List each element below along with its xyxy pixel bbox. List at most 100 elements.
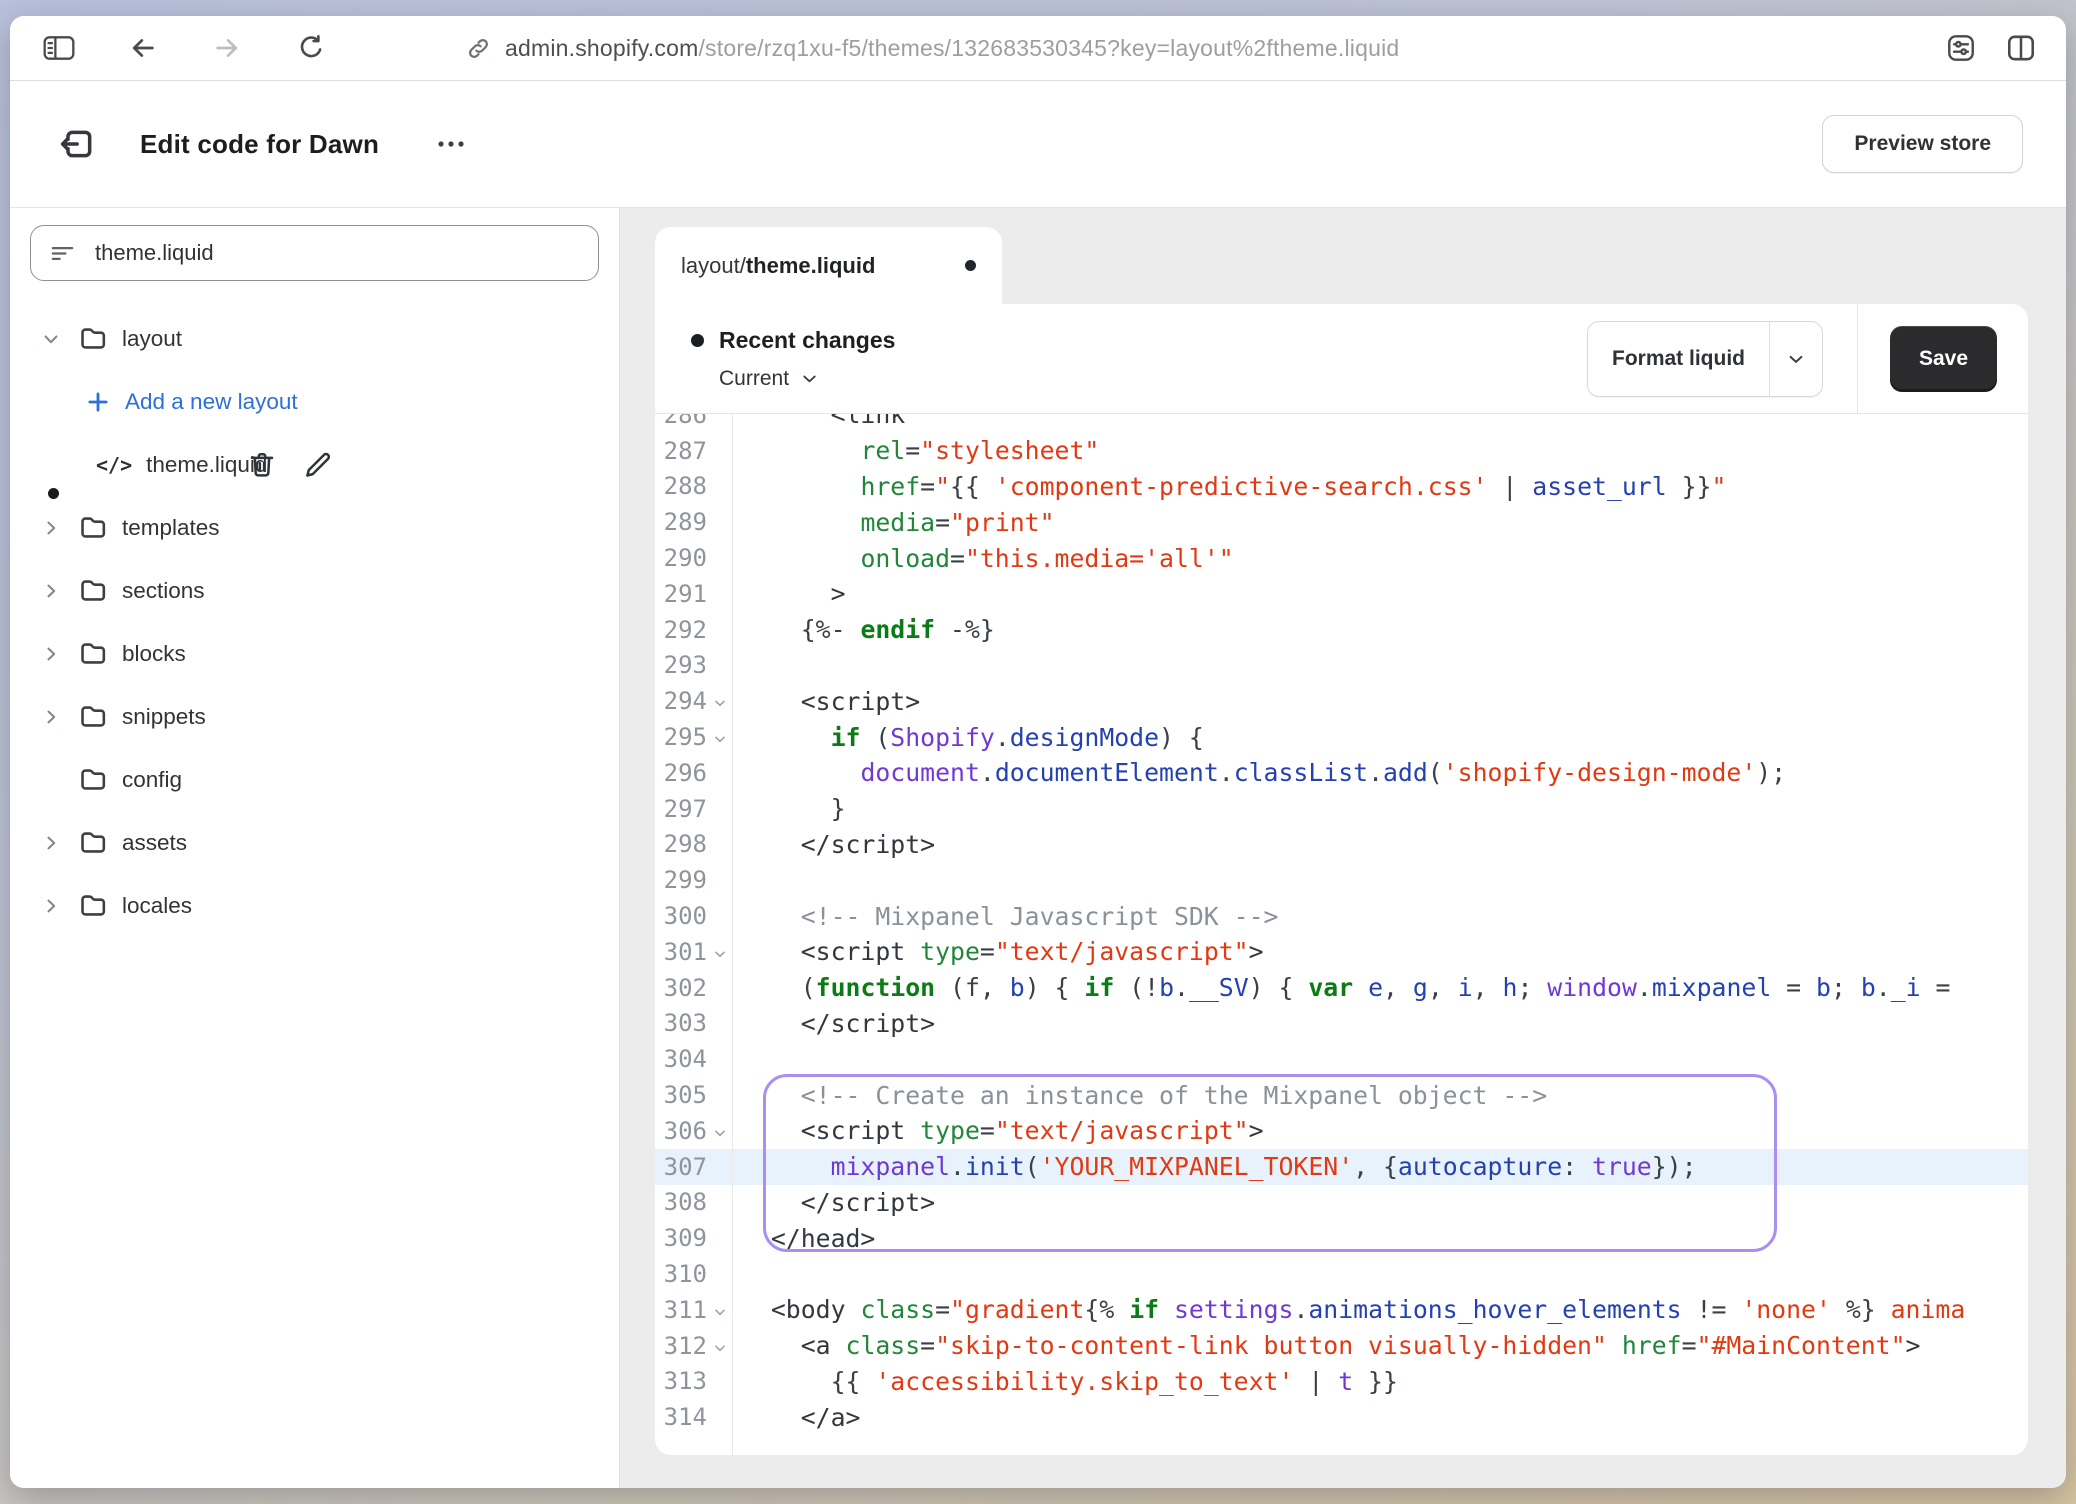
code-line-306[interactable]: 306 <script type="text/javascript">	[655, 1113, 2028, 1149]
file-search-box[interactable]	[30, 225, 599, 281]
recent-changes-label: Recent changes	[719, 327, 895, 354]
code-line-303[interactable]: 303 </script>	[655, 1006, 2028, 1042]
code-line-309[interactable]: 309 </head>	[655, 1220, 2028, 1256]
line-number: 300	[655, 902, 707, 930]
folder-icon	[78, 638, 109, 669]
code-line-299[interactable]: 299	[655, 862, 2028, 898]
forward-button-icon[interactable]	[208, 29, 246, 67]
file-sidebar: layout Add a new layout</>theme.liquidtem…	[10, 208, 620, 1488]
code-text: </script>	[732, 1009, 935, 1038]
back-button-icon[interactable]	[124, 29, 162, 67]
sidebar-folder-sections[interactable]: sections	[10, 559, 619, 622]
code-line-295[interactable]: 295 if (Shopify.designMode) {	[655, 719, 2028, 755]
code-text: rel="stylesheet"	[732, 436, 1099, 465]
sidebar-folder-label: layout	[122, 326, 182, 352]
unsaved-changes-dot	[965, 260, 976, 271]
app-header: Edit code for Dawn Preview store	[10, 81, 2066, 208]
chevron-right-icon	[41, 896, 61, 916]
code-line-287[interactable]: 287 rel="stylesheet"	[655, 433, 2028, 469]
line-number: 298	[655, 830, 707, 858]
sidebar-folder-templates[interactable]: templates	[10, 496, 619, 559]
fold-toggle[interactable]	[707, 1122, 732, 1140]
code-text: mixpanel.init('YOUR_MIXPANEL_TOKEN', {au…	[732, 1152, 1697, 1181]
fold-toggle	[707, 842, 732, 846]
fold-toggle	[707, 1236, 732, 1240]
save-button[interactable]: Save	[1890, 326, 1997, 392]
sidebar-file-theme-liquid[interactable]: </>theme.liquid	[10, 433, 619, 496]
format-liquid-caret[interactable]	[1769, 322, 1822, 396]
code-text: <script>	[732, 687, 920, 716]
code-line-298[interactable]: 298 </script>	[655, 827, 2028, 863]
page-title: Edit code for Dawn	[140, 129, 379, 160]
code-line-304[interactable]: 304	[655, 1041, 2028, 1077]
sidebar-toggle-icon[interactable]	[40, 29, 78, 67]
code-line-294[interactable]: 294 <script>	[655, 683, 2028, 719]
code-line-305[interactable]: 305 <!-- Create an instance of the Mixpa…	[655, 1077, 2028, 1113]
line-number: 301	[655, 938, 707, 966]
sidebar-action-add-layout[interactable]: Add a new layout	[10, 370, 619, 433]
split-view-icon[interactable]	[2002, 29, 2040, 67]
code-line-314[interactable]: 314 </a>	[655, 1399, 2028, 1435]
code-text: onload="this.media='all'"	[732, 544, 1234, 573]
fold-toggle[interactable]	[707, 692, 732, 710]
browser-settings-icon[interactable]	[1942, 29, 1980, 67]
code-line-288[interactable]: 288 href="{{ 'component-predictive-searc…	[655, 469, 2028, 505]
fold-toggle	[707, 556, 732, 560]
code-line-296[interactable]: 296 document.documentElement.classList.a…	[655, 755, 2028, 791]
address-bar[interactable]: admin.shopify.com/store/rzq1xu-f5/themes…	[465, 16, 1399, 80]
code-line-300[interactable]: 300 <!-- Mixpanel Javascript SDK -->	[655, 898, 2028, 934]
line-number: 287	[655, 437, 707, 465]
fold-toggle[interactable]	[707, 943, 732, 961]
fold-toggle	[707, 1379, 732, 1383]
fold-toggle	[707, 449, 732, 453]
code-text: </script>	[732, 830, 935, 859]
trash-icon[interactable]	[247, 450, 277, 480]
tab-theme-liquid[interactable]: layout/theme.liquid	[655, 227, 1002, 304]
version-dropdown[interactable]: Current	[719, 367, 2028, 391]
sidebar-folder-locales[interactable]: locales	[10, 874, 619, 937]
app-body: layout Add a new layout</>theme.liquidtem…	[10, 208, 2066, 1488]
reload-button-icon[interactable]	[292, 29, 330, 67]
code-line-302[interactable]: 302 (function (f, b) { if (!b.__SV) { va…	[655, 970, 2028, 1006]
code-icon: </>	[96, 453, 132, 477]
code-line-290[interactable]: 290 onload="this.media='all'"	[655, 540, 2028, 576]
code-line-310[interactable]: 310	[655, 1256, 2028, 1292]
code-line-293[interactable]: 293	[655, 648, 2028, 684]
exit-editor-icon[interactable]	[56, 122, 100, 166]
fold-toggle[interactable]	[707, 728, 732, 746]
code-line-286[interactable]: 286 <link	[655, 414, 2028, 433]
code-line-292[interactable]: 292 {%- endif -%}	[655, 612, 2028, 648]
chevron-down-icon	[41, 329, 61, 349]
line-number: 302	[655, 974, 707, 1002]
line-number: 299	[655, 866, 707, 894]
code-line-308[interactable]: 308 </script>	[655, 1185, 2028, 1221]
fold-toggle[interactable]	[707, 1337, 732, 1355]
pencil-icon[interactable]	[303, 450, 333, 480]
code-line-313[interactable]: 313 {{ 'accessibility.skip_to_text' | t …	[655, 1364, 2028, 1400]
sidebar-folder-layout[interactable]: layout	[10, 307, 619, 370]
preview-store-button[interactable]: Preview store	[1822, 115, 2023, 173]
code-line-311[interactable]: 311 <body class="gradient{% if settings.…	[655, 1292, 2028, 1328]
code-line-312[interactable]: 312 <a class="skip-to-content-link butto…	[655, 1328, 2028, 1364]
sidebar-folder-blocks[interactable]: blocks	[10, 622, 619, 685]
code-line-301[interactable]: 301 <script type="text/javascript">	[655, 934, 2028, 970]
code-line-289[interactable]: 289 media="print"	[655, 504, 2028, 540]
fold-toggle	[707, 414, 732, 417]
code-text: <link	[732, 414, 905, 429]
code-text: (function (f, b) { if (!b.__SV) { var e,…	[732, 973, 1950, 1002]
code-text: href="{{ 'component-predictive-search.cs…	[732, 472, 1726, 501]
fold-toggle[interactable]	[707, 1301, 732, 1319]
sidebar-folder-config[interactable]: config	[10, 748, 619, 811]
code-line-307[interactable]: 307 mixpanel.init('YOUR_MIXPANEL_TOKEN',…	[655, 1149, 2028, 1185]
format-liquid-button[interactable]: Format liquid	[1587, 321, 1823, 397]
code-line-297[interactable]: 297 }	[655, 791, 2028, 827]
line-number: 291	[655, 580, 707, 608]
more-actions-icon[interactable]	[435, 136, 473, 152]
sidebar-folder-snippets[interactable]: snippets	[10, 685, 619, 748]
code-editor[interactable]: 286 <link287 rel="stylesheet"288 href="{…	[655, 414, 2028, 1455]
code-line-291[interactable]: 291 >	[655, 576, 2028, 612]
sidebar-folder-assets[interactable]: assets	[10, 811, 619, 874]
url-domain: admin.shopify.com	[505, 35, 698, 61]
line-number: 293	[655, 651, 707, 679]
search-input[interactable]	[93, 239, 580, 267]
